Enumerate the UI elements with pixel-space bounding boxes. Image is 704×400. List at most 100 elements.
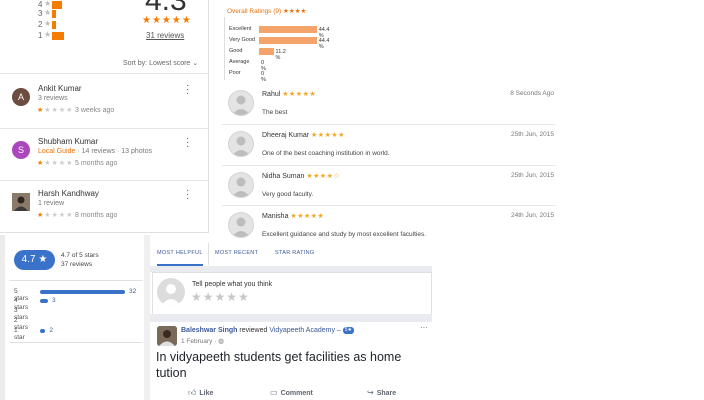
more-options-icon[interactable]: ···: [186, 81, 189, 99]
rating-percent: 44.4 %: [318, 38, 330, 50]
review-stars: ★★★★☆: [306, 173, 341, 180]
reviewed-text: reviewed: [239, 327, 268, 334]
star-level-bar: [40, 299, 48, 303]
avatar[interactable]: S: [12, 141, 30, 159]
reviewer-name[interactable]: Shubham Kumar: [38, 137, 98, 146]
like-label: Like: [199, 390, 214, 397]
user-photo-icon: [157, 326, 177, 346]
average-stars: ★★★★★: [142, 15, 192, 26]
review-time: 5 months ago: [75, 160, 118, 167]
review-stars: ★★★★★: [290, 213, 325, 220]
rating-badge: 5★: [342, 327, 355, 334]
user-placeholder-icon: [228, 90, 254, 116]
tab-most-recent[interactable]: MOST RECENT: [215, 250, 258, 256]
star-level-count: 2: [49, 327, 53, 334]
rating-label: Excellent: [229, 26, 252, 32]
avatar[interactable]: [157, 326, 177, 346]
review-stars: ★★★★★: [37, 107, 74, 114]
rating-label: Average: [229, 59, 250, 65]
tab-separator: [208, 243, 209, 265]
share-icon: ↪: [367, 388, 374, 397]
post-date: 1 February · ◍: [181, 337, 224, 345]
average-score-pill: 4.7 ★: [14, 250, 55, 270]
reviewer-name: Manisha ★★★★★: [262, 212, 324, 220]
reviewer-counts: · 14 reviews · 13 photos: [77, 148, 153, 155]
google-review: Harsh Kandhway 1 review ★★★★★ 8 months a…: [0, 186, 208, 239]
share-button[interactable]: ↪ Share: [367, 388, 396, 397]
divider: [10, 280, 142, 281]
overall-ratings-chart: Excellent 44.4 % Very Good 44.4 % Good 1…: [224, 17, 391, 83]
reviewer-meta: 3 reviews: [38, 95, 68, 102]
more-options-icon[interactable]: ···: [186, 186, 189, 204]
rating-percent: 0 %: [261, 71, 266, 83]
rating-bar: [259, 48, 274, 55]
like-button[interactable]: 👍︎ Like: [188, 388, 213, 398]
reviewer-name: Nidha Suman ★★★★☆: [262, 172, 340, 180]
spacer: [150, 314, 432, 322]
star-icon: ★: [44, 0, 52, 8]
divider: [0, 128, 208, 129]
review-date: 8 Seconds Ago: [510, 90, 554, 97]
star-icon: ★: [44, 8, 52, 17]
histogram-bar: [52, 21, 56, 29]
google-reviews-panel: 4 ★ 3 ★ 2 ★ 1 ★ 4.3 ★★★★★ 31 reviews Sor…: [0, 0, 209, 233]
reviewer-name-text: Dheeraj Kumar: [262, 132, 310, 139]
post-date-text[interactable]: 1 February ·: [181, 338, 218, 345]
more-options-icon[interactable]: ···: [186, 134, 189, 152]
write-review-prompt[interactable]: Tell people what you think: [192, 281, 272, 288]
rating-bar: [259, 26, 317, 33]
reviews-count-link[interactable]: 31 reviews: [146, 31, 184, 40]
reviewer-name-text: Manisha: [262, 213, 289, 220]
rating-label: Good: [229, 48, 243, 54]
overall-ratings-label: Overall Ratings (9): [227, 8, 282, 15]
histogram-bar: [52, 10, 56, 18]
reviewer-meta: 1 review: [38, 200, 65, 207]
review-post: Baleshwar Singh reviewed Vidyapeeth Acad…: [152, 322, 430, 400]
star-icon: ★: [44, 19, 52, 28]
chevron-down-icon: ⌄: [192, 60, 199, 67]
post-text: In vidyapeeth students get facilities as…: [156, 350, 402, 380]
review-text: Very good faculty.: [262, 191, 314, 198]
like-icon: 👍︎: [188, 388, 197, 397]
comment-label: Comment: [280, 390, 313, 397]
user-placeholder-icon: [228, 131, 254, 157]
histogram-bar: [52, 1, 62, 9]
score-caption: 4.7 of 5 stars: [61, 252, 99, 259]
review-date: 24th Jun, 2015: [510, 212, 554, 219]
avatar[interactable]: [12, 193, 30, 211]
background: [432, 235, 704, 400]
user-photo-icon: [12, 193, 30, 211]
divider: [10, 342, 142, 343]
write-review-box[interactable]: Tell people what you think ★★★★★: [152, 272, 432, 316]
avatar[interactable]: A: [12, 88, 30, 106]
review-date: 25th Jun, 2015: [510, 172, 554, 179]
sort-dropdown[interactable]: Sort by: Lowest score ⌄: [123, 59, 198, 67]
author-name[interactable]: Baleshwar Singh: [181, 327, 237, 334]
comment-icon: ▭: [270, 388, 278, 397]
local-guide-badge: Local Guide: [38, 148, 76, 155]
review-time: 8 months ago: [75, 212, 118, 219]
star-level-count: 3: [51, 297, 56, 304]
reviews-count: 37 reviews: [61, 261, 93, 268]
tab-most-helpful[interactable]: MOST HELPFUL: [157, 250, 203, 266]
rating-stars-input[interactable]: ★★★★★: [191, 290, 250, 304]
sort-label: Sort by:: [123, 60, 148, 67]
reviewer-name: Rahul ★★★★★: [262, 90, 316, 98]
google-review: A Ankit Kumar 3 reviews ★★★★★ 3 weeks ag…: [0, 81, 208, 134]
histogram-bar: [52, 32, 64, 40]
divider: [222, 205, 556, 206]
comment-button[interactable]: ▭ Comment: [270, 388, 313, 397]
reviewer-name[interactable]: Ankit Kumar: [38, 84, 82, 93]
user-placeholder-icon: [228, 172, 254, 198]
reviewer-name[interactable]: Harsh Kandhway: [38, 189, 99, 198]
tab-star-rating[interactable]: STAR RATING: [275, 250, 314, 256]
more-options-icon[interactable]: ···: [420, 323, 428, 332]
star-level-count: 32: [129, 288, 137, 295]
star-icon: ★: [44, 30, 52, 39]
page-name[interactable]: Vidyapeeth Academy –: [269, 327, 340, 334]
review-text: The best: [262, 109, 288, 116]
review-stars: ★★★★★: [311, 132, 345, 139]
divider: [222, 165, 556, 166]
share-label: Share: [376, 390, 397, 397]
user-placeholder-icon: [157, 278, 185, 306]
